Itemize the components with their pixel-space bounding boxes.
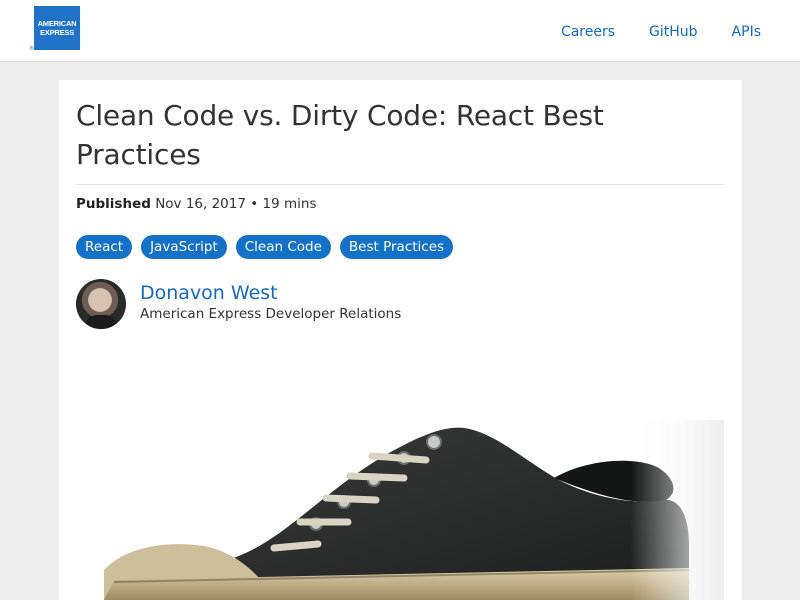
author-name-link[interactable]: Donavon West [140, 281, 401, 305]
author-role: American Express Developer Relations [140, 305, 402, 322]
author-avatar[interactable] [76, 279, 126, 329]
registered-mark: ® [29, 46, 34, 52]
logo-line-1: AMERICAN [37, 19, 77, 28]
nav-link-github[interactable]: GitHub [649, 24, 698, 40]
nav-link-apis[interactable]: APIs [732, 24, 761, 40]
logo-line-2: EXPRESS [39, 28, 75, 37]
title-divider [76, 184, 724, 185]
article-card: Clean Code vs. Dirty Code: React Best Pr… [59, 80, 742, 600]
hero-image-dirty-sneaker [104, 420, 724, 600]
top-navigation-bar: AMERICAN EXPRESS ® Careers GitHub APIs [0, 0, 800, 62]
meta-separator: • [250, 196, 259, 212]
author-block: Donavon West American Express Developer … [76, 279, 401, 329]
article-meta: Published Nov 16, 2017 • 19 mins [76, 196, 316, 212]
tag-javascript[interactable]: JavaScript [141, 235, 227, 259]
tag-best-practices[interactable]: Best Practices [339, 235, 454, 259]
article-title: Clean Code vs. Dirty Code: React Best Pr… [76, 99, 604, 171]
main-nav: Careers GitHub APIs [561, 24, 761, 40]
published-date: Nov 16, 2017 [155, 196, 246, 212]
tag-react[interactable]: React [76, 235, 133, 259]
published-label: Published [76, 196, 151, 212]
read-time: 19 mins [262, 196, 317, 212]
nav-link-careers[interactable]: Careers [561, 24, 615, 40]
amex-logo[interactable]: AMERICAN EXPRESS [34, 6, 80, 50]
tag-list: React JavaScript Clean Code Best Practic… [76, 235, 454, 259]
tag-clean-code[interactable]: Clean Code [235, 235, 331, 259]
author-info: Donavon West American Express Developer … [140, 281, 401, 324]
